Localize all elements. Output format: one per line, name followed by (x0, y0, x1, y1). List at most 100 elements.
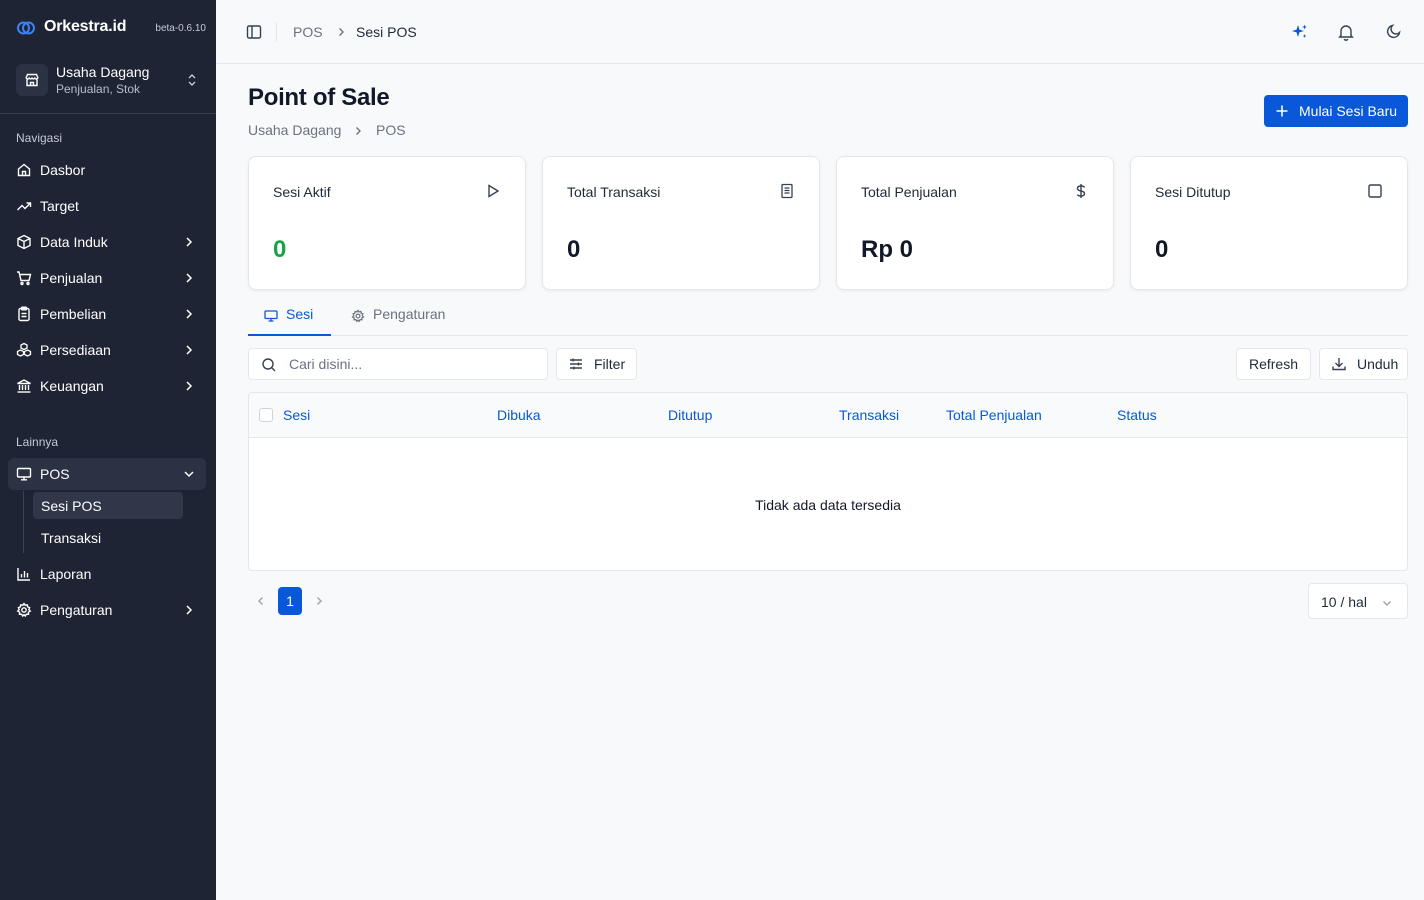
org-subtitle: Penjualan, Stok (56, 82, 141, 96)
tab-sesi[interactable]: Sesi (264, 306, 313, 336)
org-switcher[interactable]: Usaha Dagang Penjualan, Stok (16, 62, 206, 98)
receipt-icon (779, 183, 795, 199)
chevron-right-icon (182, 379, 196, 393)
sidebar-item-label: Pengaturan (40, 602, 113, 618)
plus-icon (1275, 104, 1289, 118)
stat-label: Total Transaksi (567, 184, 661, 200)
download-icon (1331, 356, 1347, 372)
sidebar-divider (0, 113, 216, 114)
refresh-button[interactable]: Refresh (1236, 348, 1311, 380)
start-new-session-label: Mulai Sesi Baru (1299, 103, 1398, 119)
gear-icon (351, 309, 365, 323)
stat-card-total-transaksi: Total Transaksi 0 (542, 156, 820, 290)
column-header-dibuka[interactable]: Dibuka (497, 407, 541, 423)
download-button[interactable]: Unduh (1319, 348, 1408, 380)
sidebar-item-label: Keuangan (40, 378, 104, 394)
page-title: Point of Sale (248, 84, 390, 111)
orkestra-logo-icon (16, 18, 36, 38)
store-icon (16, 64, 48, 96)
sidebar-item-pembelian[interactable]: Pembelian (8, 298, 206, 330)
chevron-down-icon (182, 467, 196, 481)
sparkles-icon[interactable] (1291, 23, 1309, 41)
stat-value: 0 (273, 236, 287, 263)
filter-button[interactable]: Filter (556, 348, 637, 380)
dollar-icon (1073, 183, 1089, 199)
search-input[interactable] (289, 349, 539, 379)
org-name: Usaha Dagang (56, 64, 150, 80)
breadcrumb-sesi-pos: Sesi POS (356, 24, 417, 40)
column-header-ditutup[interactable]: Ditutup (668, 407, 712, 423)
chevron-right-icon (335, 26, 347, 38)
sidebar-subitem-sesi-pos[interactable]: Sesi POS (33, 492, 183, 519)
sidebar-item-target[interactable]: Target (8, 190, 206, 222)
sidebar-item-pengaturan[interactable]: Pengaturan (8, 594, 206, 626)
section-label-navigasi: Navigasi (16, 131, 63, 145)
sidebar-item-label: Dasbor (40, 162, 86, 178)
topbar: POS Sesi POS (216, 0, 1424, 64)
sidebar-subitem-transaksi[interactable]: Transaksi (33, 524, 183, 551)
column-header-total-penjualan[interactable]: Total Penjualan (946, 407, 1042, 423)
sidebar-subitem-label: Sesi POS (41, 497, 102, 514)
sidebar-item-label: Pembelian (40, 306, 107, 322)
chevrons-up-down-icon (186, 72, 198, 88)
sidebar-toggle-icon[interactable] (246, 24, 262, 40)
tab-pengaturan[interactable]: Pengaturan (351, 306, 445, 336)
stat-card-total-penjualan: Total Penjualan Rp 0 (836, 156, 1114, 290)
chevron-right-icon (182, 307, 196, 321)
sidebar-item-keuangan[interactable]: Keuangan (8, 370, 206, 402)
select-all-checkbox[interactable] (259, 408, 273, 422)
sidebar-item-persediaan[interactable]: Persediaan (8, 334, 206, 366)
bell-icon[interactable] (1338, 23, 1354, 41)
breadcrumb-pos-current: POS (376, 122, 406, 138)
stat-card-sesi-aktif: Sesi Aktif 0 (248, 156, 526, 290)
column-header-sesi[interactable]: Sesi (283, 407, 310, 423)
chevron-right-icon (182, 235, 196, 249)
sliders-icon (568, 356, 584, 372)
chevron-right-icon (352, 125, 364, 137)
tabs-divider (248, 335, 1408, 336)
trend-icon (16, 198, 32, 214)
brand-name: Orkestra.id (44, 18, 127, 35)
moon-icon[interactable] (1386, 23, 1402, 39)
stat-value: Rp 0 (861, 236, 914, 263)
search-icon (261, 357, 277, 373)
submenu-guide-line (23, 491, 24, 553)
sidebar-item-data-induk[interactable]: Data Induk (8, 226, 206, 258)
sidebar-item-pos[interactable]: POS (8, 458, 206, 490)
tab-label: Pengaturan (373, 306, 446, 322)
stat-label: Sesi Aktif (273, 184, 331, 200)
bank-icon (16, 378, 32, 394)
box-icon (16, 234, 32, 250)
topbar-separator (276, 22, 277, 42)
breadcrumb-usaha-dagang[interactable]: Usaha Dagang (248, 122, 341, 138)
stat-card-sesi-ditutup: Sesi Ditutup 0 (1130, 156, 1408, 290)
start-new-session-button[interactable]: Mulai Sesi Baru (1264, 95, 1408, 127)
boxes-icon (16, 342, 32, 358)
table-header: Sesi Dibuka Ditutup Transaksi Total Penj… (249, 393, 1407, 438)
pagination-prev-icon[interactable] (249, 588, 273, 614)
page-size-value: 10 / hal (1321, 594, 1367, 610)
cart-icon (16, 270, 32, 286)
search-box[interactable] (248, 348, 548, 380)
empty-state-message: Tidak ada data tersedia (755, 497, 901, 513)
download-label: Unduh (1357, 356, 1399, 372)
breadcrumb-pos[interactable]: POS (293, 24, 323, 40)
column-header-status[interactable]: Status (1117, 407, 1157, 423)
sidebar-item-dasbor[interactable]: Dasbor (8, 154, 206, 186)
chevron-right-icon (182, 271, 196, 285)
pagination-next-icon[interactable] (307, 588, 331, 614)
chevron-down-icon (1381, 597, 1393, 609)
sidebar-item-label: Target (40, 198, 79, 214)
stat-value: 0 (567, 236, 581, 263)
sidebar-item-label: Laporan (40, 566, 92, 582)
column-header-transaksi[interactable]: Transaksi (839, 407, 899, 423)
sidebar-item-penjualan[interactable]: Penjualan (8, 262, 206, 294)
stat-label: Sesi Ditutup (1155, 184, 1231, 200)
page-size-select[interactable]: 10 / hal (1308, 583, 1408, 619)
pagination-page-1[interactable]: 1 (278, 587, 302, 615)
brand[interactable]: Orkestra.id beta-0.6.10 (16, 17, 206, 39)
stat-value: 0 (1155, 236, 1169, 263)
sidebar-item-laporan[interactable]: Laporan (8, 558, 206, 590)
play-icon (485, 183, 501, 199)
filter-label: Filter (594, 356, 626, 372)
